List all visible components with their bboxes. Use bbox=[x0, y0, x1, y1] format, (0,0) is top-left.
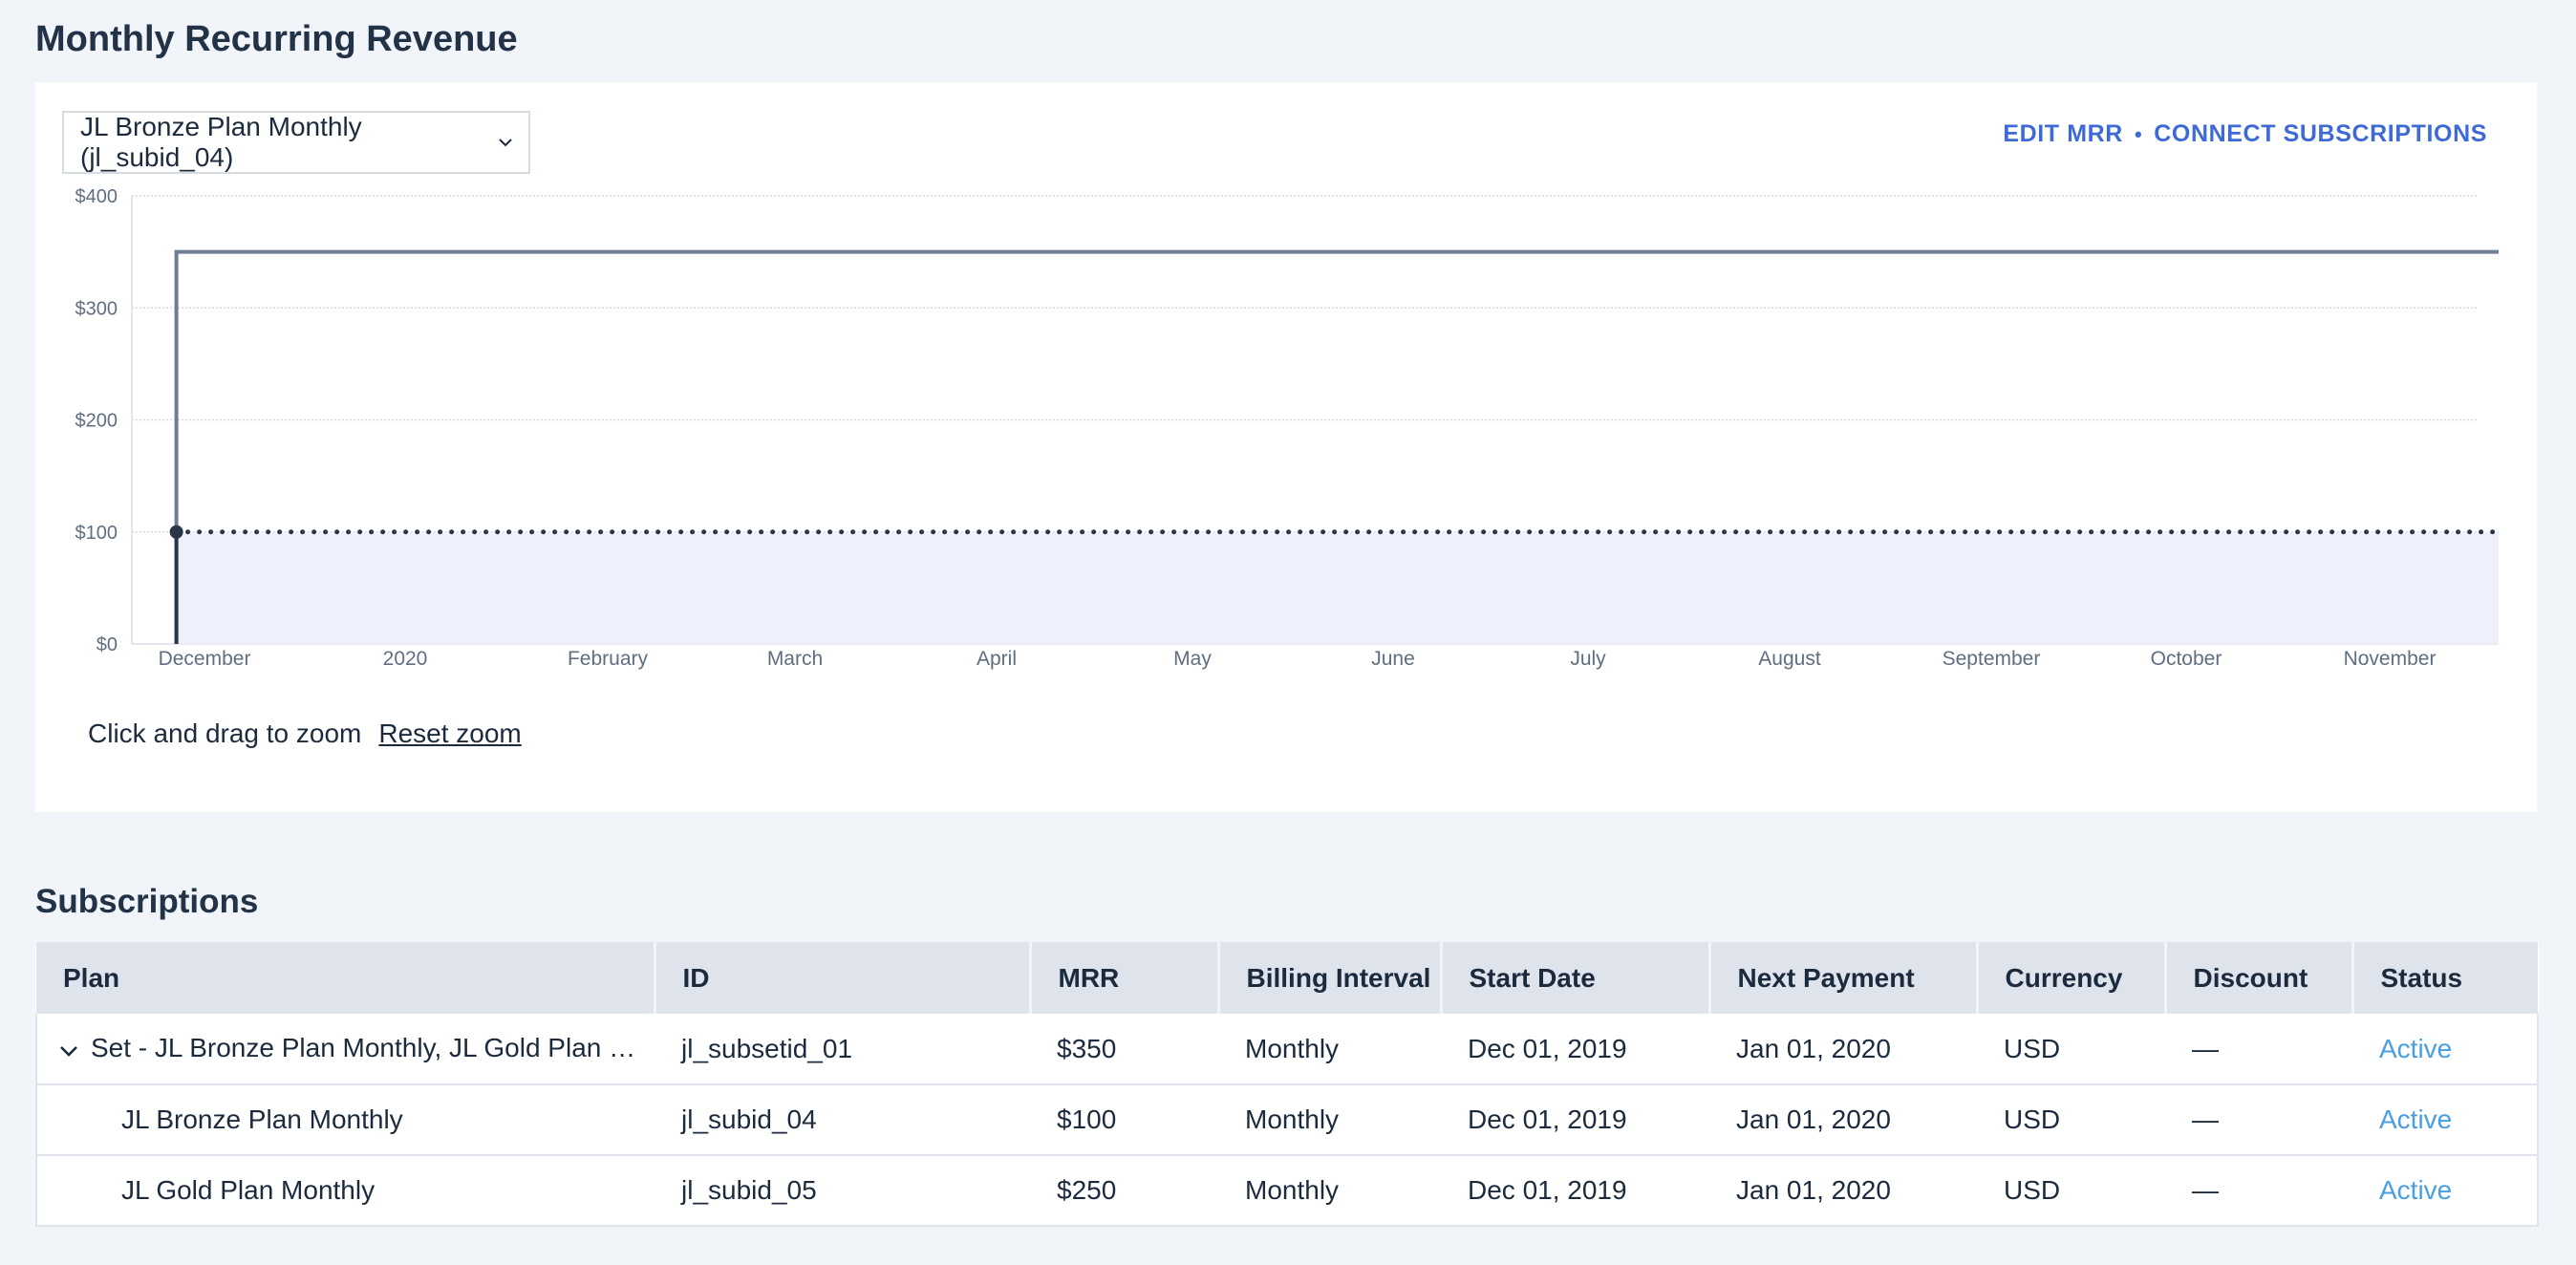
next-payment-cell: Jan 01, 2020 bbox=[1709, 1084, 1977, 1156]
chevron-down-icon bbox=[498, 138, 513, 147]
start-date-cell: Dec 01, 2019 bbox=[1441, 1014, 1709, 1085]
table-row[interactable]: JL Gold Plan Monthly jl_subid_05 $250 Mo… bbox=[35, 1155, 2539, 1227]
next-payment-cell: Jan 01, 2020 bbox=[1709, 1014, 1977, 1085]
column-header-discount[interactable]: Discount bbox=[2165, 942, 2354, 1014]
column-header-id[interactable]: ID bbox=[655, 942, 1032, 1014]
start-date-cell: Dec 01, 2019 bbox=[1441, 1084, 1709, 1156]
status-cell: Active bbox=[2352, 1014, 2539, 1085]
mrr-cell: $100 bbox=[1030, 1084, 1218, 1156]
page-title: Monthly Recurring Revenue bbox=[35, 19, 518, 59]
plan-select-value: JL Bronze Plan Monthly (jl_subid_04) bbox=[80, 112, 362, 172]
discount-cell: — bbox=[2165, 1155, 2352, 1227]
currency-cell: USD bbox=[1977, 1084, 2165, 1156]
status-link[interactable]: Active bbox=[2379, 1175, 2452, 1205]
x-tick-label: February bbox=[568, 648, 649, 670]
discount-cell: — bbox=[2165, 1084, 2352, 1156]
column-header-status[interactable]: Status bbox=[2352, 942, 2538, 1014]
x-tick-label: November bbox=[2344, 648, 2436, 670]
status-link[interactable]: Active bbox=[2379, 1034, 2452, 1063]
chart-actions: EDIT MRR • CONNECT SUBSCRIPTIONS bbox=[2003, 120, 2487, 148]
interval-cell: Monthly bbox=[1218, 1084, 1441, 1156]
column-header-currency[interactable]: Currency bbox=[1977, 942, 2167, 1014]
actions-separator: • bbox=[2134, 121, 2143, 146]
y-tick-label: $400 bbox=[75, 186, 118, 207]
y-tick-label: $300 bbox=[75, 298, 118, 319]
next-payment-cell: Jan 01, 2020 bbox=[1709, 1155, 1977, 1227]
table-row-subscription-set[interactable]: Set - JL Bronze Plan Monthly, JL Gold Pl… bbox=[35, 1014, 2539, 1085]
reset-zoom-link[interactable]: Reset zoom bbox=[378, 718, 521, 749]
y-tick-label: $200 bbox=[75, 411, 118, 432]
table-header-row: Plan ID MRR Billing Interval Start Date … bbox=[36, 942, 2538, 1014]
plan-name: Set - JL Bronze Plan Monthly, JL Gold Pl… bbox=[91, 1032, 655, 1062]
data-point bbox=[169, 525, 183, 539]
column-header-next-payment[interactable]: Next Payment bbox=[1709, 942, 1979, 1014]
plan-cell: JL Bronze Plan Monthly bbox=[35, 1084, 655, 1156]
x-tick-label: December bbox=[159, 648, 251, 670]
chevron-down-icon[interactable] bbox=[58, 1034, 79, 1064]
interval-cell: Monthly bbox=[1218, 1014, 1441, 1085]
status-link[interactable]: Active bbox=[2379, 1104, 2452, 1134]
x-tick-label: May bbox=[1173, 648, 1212, 670]
column-header-plan[interactable]: Plan bbox=[36, 942, 656, 1014]
zoom-hint: Click and drag to zoom Reset zoom bbox=[88, 718, 522, 749]
id-cell: jl_subid_05 bbox=[655, 1155, 1030, 1227]
mrr-card: $0 $100 $200 $300 $400 December 2020 February Ma… bbox=[35, 82, 2537, 812]
x-tick-label: September bbox=[1943, 648, 2041, 670]
x-tick-label: June bbox=[1371, 648, 1415, 670]
column-header-billing-interval[interactable]: Billing Interval bbox=[1218, 942, 1443, 1014]
column-header-start-date[interactable]: Start Date bbox=[1441, 942, 1711, 1014]
plan-select[interactable]: JL Bronze Plan Monthly (jl_subid_04) bbox=[62, 111, 530, 174]
status-cell: Active bbox=[2352, 1084, 2539, 1156]
y-tick-label: $0 bbox=[97, 634, 118, 655]
mrr-chart[interactable]: $0 $100 $200 $300 $400 December 2020 February Ma… bbox=[35, 82, 2537, 694]
connect-subscriptions-link[interactable]: CONNECT SUBSCRIPTIONS bbox=[2154, 120, 2487, 148]
subscriptions-table: Plan ID MRR Billing Interval Start Date … bbox=[35, 942, 2539, 1227]
discount-cell: — bbox=[2165, 1014, 2352, 1085]
plan-cell: Set - JL Bronze Plan Monthly, JL Gold Pl… bbox=[35, 1014, 655, 1085]
x-tick-label: March bbox=[767, 648, 823, 670]
status-cell: Active bbox=[2352, 1155, 2539, 1227]
id-cell: jl_subid_04 bbox=[655, 1084, 1030, 1156]
plan-cell: JL Gold Plan Monthly bbox=[35, 1155, 655, 1227]
x-tick-label: July bbox=[1570, 648, 1606, 670]
edit-mrr-link[interactable]: EDIT MRR bbox=[2003, 120, 2123, 148]
currency-cell: USD bbox=[1977, 1014, 2165, 1085]
selected-plan-area bbox=[176, 531, 2500, 644]
zoom-hint-text: Click and drag to zoom bbox=[88, 718, 362, 748]
x-tick-label: April bbox=[977, 648, 1017, 670]
column-header-mrr[interactable]: MRR bbox=[1030, 942, 1220, 1014]
start-date-cell: Dec 01, 2019 bbox=[1441, 1155, 1709, 1227]
currency-cell: USD bbox=[1977, 1155, 2165, 1227]
y-tick-label: $100 bbox=[75, 523, 118, 544]
interval-cell: Monthly bbox=[1218, 1155, 1441, 1227]
table-row[interactable]: JL Bronze Plan Monthly jl_subid_04 $100 … bbox=[35, 1084, 2539, 1156]
x-tick-label: August bbox=[1758, 648, 1821, 670]
id-cell: jl_subsetid_01 bbox=[655, 1014, 1030, 1085]
subscriptions-title: Subscriptions bbox=[35, 883, 259, 920]
mrr-cell: $350 bbox=[1030, 1014, 1218, 1085]
mrr-cell: $250 bbox=[1030, 1155, 1218, 1227]
x-tick-label: October bbox=[2151, 648, 2222, 670]
x-tick-label: 2020 bbox=[383, 648, 428, 670]
